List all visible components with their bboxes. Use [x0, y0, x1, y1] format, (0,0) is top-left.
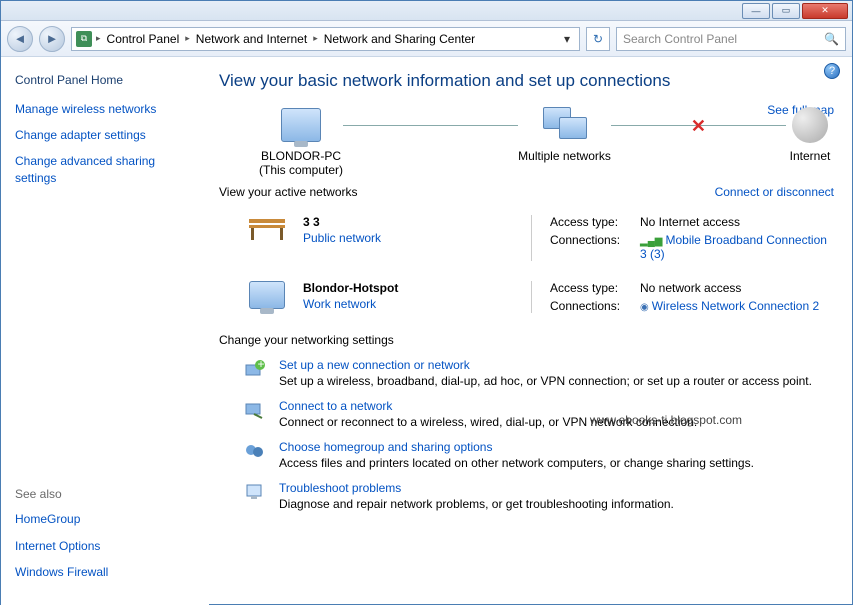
address-dropdown[interactable]: ▾	[559, 32, 575, 46]
breadcrumb[interactable]: Control Panel	[105, 32, 182, 46]
diagram-node-label: Internet	[786, 149, 834, 163]
diagram-node-sublabel: (This computer)	[259, 163, 343, 177]
task-description: Access files and printers located on oth…	[279, 456, 754, 470]
homegroup-icon	[243, 440, 267, 462]
setup-connection-icon: +	[243, 358, 267, 380]
task-link[interactable]: Connect to a network	[279, 399, 697, 413]
wifi-icon: ◉	[640, 302, 649, 313]
connection-link[interactable]: Mobile Broadband Connection 3 (3)	[640, 233, 827, 261]
access-type-label: Access type:	[550, 215, 640, 229]
search-box[interactable]: Search Control Panel 🔍	[616, 27, 846, 51]
sidebar: Control Panel Home Manage wireless netwo…	[1, 57, 209, 606]
access-type-label: Access type:	[550, 281, 640, 295]
task-description: Diagnose and repair network problems, or…	[279, 497, 674, 511]
task-link[interactable]: Choose homegroup and sharing options	[279, 440, 754, 454]
close-button[interactable]: ✕	[802, 3, 848, 19]
connection-line	[343, 125, 518, 126]
task-setup-connection[interactable]: + Set up a new connection or network Set…	[219, 355, 834, 396]
globe-icon	[792, 107, 828, 143]
sidebar-link-windows-firewall[interactable]: Windows Firewall	[15, 564, 195, 580]
network-diagram: BLONDOR-PC (This computer) Multiple netw…	[219, 105, 834, 177]
watermark-text: www.ebooks-ti.blogspot.com	[590, 413, 742, 427]
task-homegroup-sharing[interactable]: Choose homegroup and sharing options Acc…	[219, 437, 834, 478]
access-type-value: No Internet access	[640, 215, 834, 229]
maximize-button[interactable]: ▭	[772, 3, 800, 19]
connect-disconnect-link[interactable]: Connect or disconnect	[715, 185, 834, 199]
connections-label: Connections:	[550, 299, 640, 313]
breadcrumb[interactable]: Network and Sharing Center	[322, 32, 477, 46]
troubleshoot-icon	[243, 481, 267, 503]
diagram-node-label: BLONDOR-PC	[259, 149, 343, 163]
task-description: Set up a wireless, broadband, dial-up, a…	[279, 374, 812, 388]
control-panel-home[interactable]: Control Panel Home	[15, 73, 195, 87]
refresh-button[interactable]: ↻	[586, 27, 610, 51]
multiple-networks-icon	[543, 107, 587, 143]
diagram-node-label: Multiple networks	[518, 149, 611, 163]
diagram-internet: Internet	[786, 105, 834, 163]
network-block: 3 3 Public network Access type: No Inter…	[219, 209, 834, 275]
search-placeholder: Search Control Panel	[623, 32, 737, 46]
broken-connection-line: ✕	[611, 125, 786, 126]
titlebar: — ▭ ✕	[1, 1, 852, 21]
chevron-right-icon: ▸	[96, 33, 101, 44]
connections-label: Connections:	[550, 233, 640, 247]
chevron-right-icon: ▸	[313, 33, 318, 44]
network-type-link[interactable]: Public network	[303, 231, 381, 245]
minimize-button[interactable]: —	[742, 3, 770, 19]
active-networks-label: View your active networks	[219, 185, 358, 199]
address-bar[interactable]: ⧉ ▸ Control Panel ▸ Network and Internet…	[71, 27, 580, 51]
access-type-value: No network access	[640, 281, 834, 295]
computer-icon	[281, 108, 321, 142]
svg-text:+: +	[258, 359, 265, 371]
see-also-label: See also	[15, 487, 195, 501]
sidebar-link-advanced-sharing[interactable]: Change advanced sharing settings	[15, 153, 195, 185]
main-content: ? View your basic network information an…	[209, 57, 852, 606]
change-settings-label: Change your networking settings	[219, 333, 834, 347]
diagram-multiple-networks: Multiple networks	[518, 105, 611, 163]
help-icon[interactable]: ?	[824, 63, 840, 79]
task-link[interactable]: Troubleshoot problems	[279, 481, 674, 495]
work-network-icon	[243, 281, 291, 313]
breadcrumb[interactable]: Network and Internet	[194, 32, 309, 46]
search-icon: 🔍	[824, 32, 839, 46]
connection-link[interactable]: Wireless Network Connection 2	[652, 299, 819, 313]
sidebar-link-manage-wireless[interactable]: Manage wireless networks	[15, 101, 195, 117]
sidebar-link-adapter-settings[interactable]: Change adapter settings	[15, 127, 195, 143]
network-type-link[interactable]: Work network	[303, 297, 376, 311]
network-block: Blondor-Hotspot Work network Access type…	[219, 275, 834, 327]
task-link[interactable]: Set up a new connection or network	[279, 358, 812, 372]
network-name: Blondor-Hotspot	[303, 281, 513, 295]
diagram-this-computer: BLONDOR-PC (This computer)	[259, 105, 343, 177]
control-panel-icon: ⧉	[76, 31, 92, 47]
sidebar-link-internet-options[interactable]: Internet Options	[15, 538, 195, 554]
back-button[interactable]: ◄	[7, 26, 33, 52]
sidebar-link-homegroup[interactable]: HomeGroup	[15, 511, 195, 527]
signal-icon: ▂▄▆	[640, 236, 662, 247]
x-icon: ✕	[691, 116, 706, 137]
connect-network-icon	[243, 399, 267, 421]
public-network-icon	[243, 215, 291, 261]
network-name: 3 3	[303, 215, 513, 229]
nav-toolbar: ◄ ► ⧉ ▸ Control Panel ▸ Network and Inte…	[1, 21, 852, 57]
page-title: View your basic network information and …	[219, 71, 834, 91]
chevron-right-icon: ▸	[185, 33, 190, 44]
forward-button[interactable]: ►	[39, 26, 65, 52]
task-troubleshoot[interactable]: Troubleshoot problems Diagnose and repai…	[219, 478, 834, 519]
